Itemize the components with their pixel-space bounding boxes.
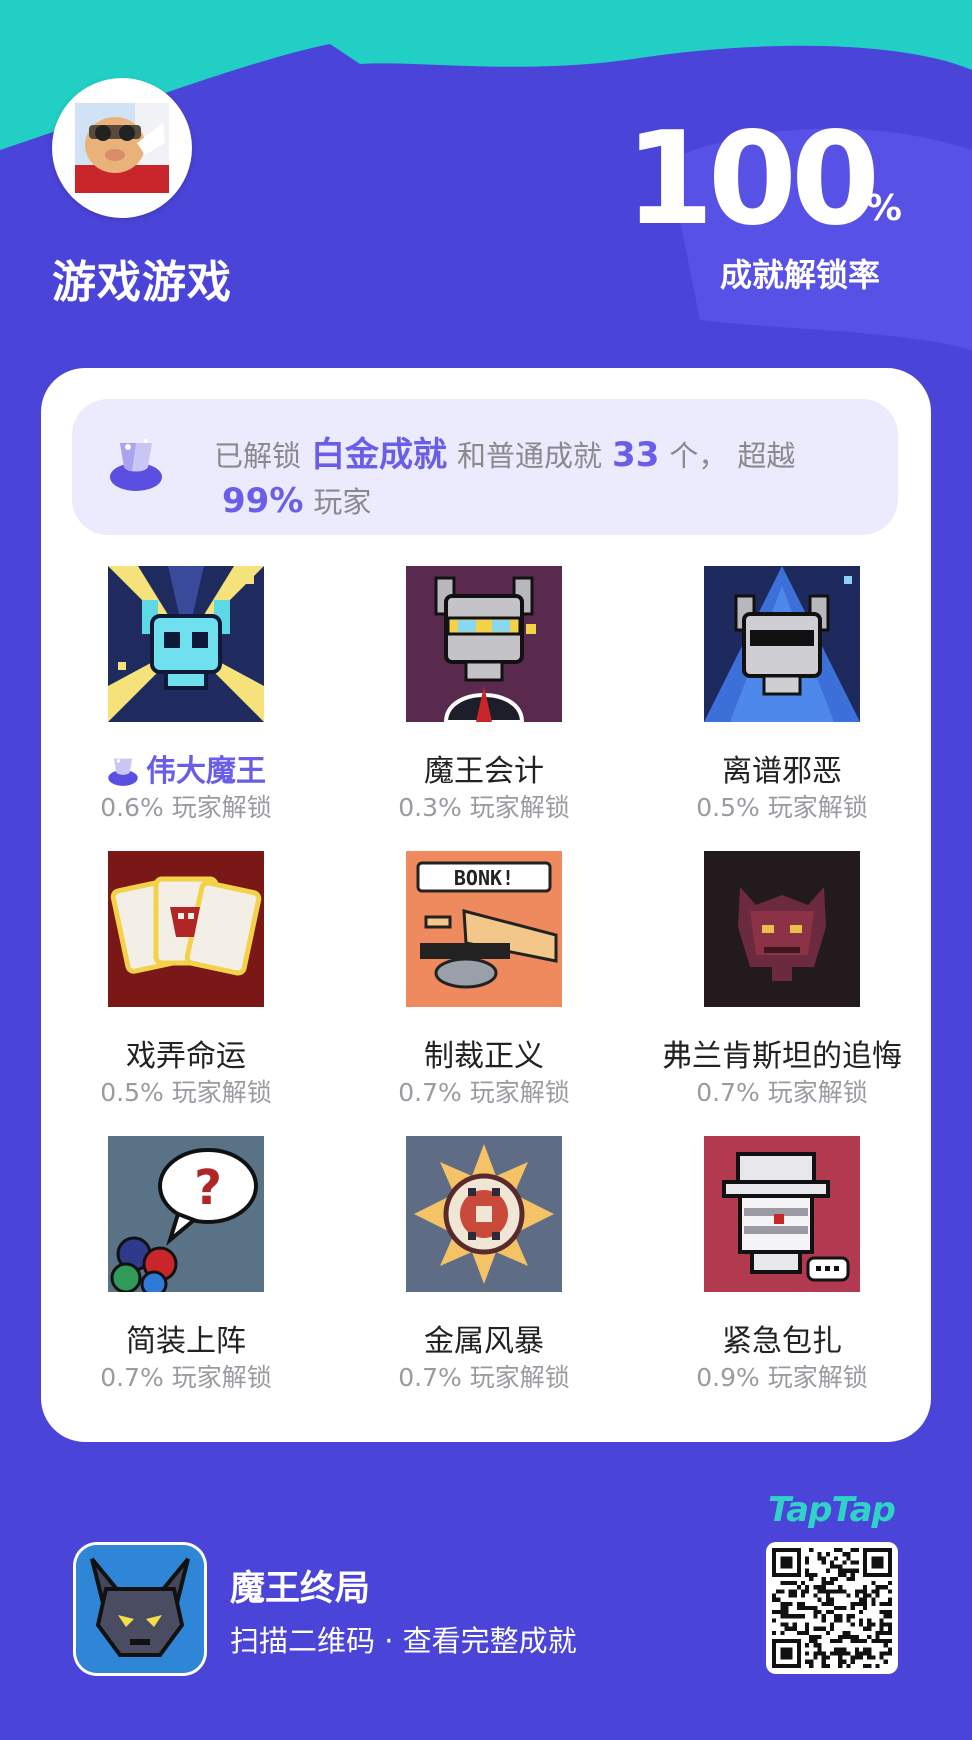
achievement-name: 魔王会计 [424, 754, 544, 789]
dark-demon-icon [704, 851, 860, 1007]
svg-text:?: ? [194, 1160, 222, 1216]
achievement-item[interactable]: 魔王会计 0.3% 玩家解锁 [339, 566, 637, 836]
game-icon[interactable] [73, 1542, 207, 1676]
summary-prefix: 已解锁 [214, 439, 302, 473]
achievement-name: 紧急包扎 [722, 1324, 842, 1359]
achievement-item[interactable]: 离谱邪恶 0.5% 玩家解锁 [637, 566, 935, 836]
achievement-name: 离谱邪恶 [722, 754, 842, 789]
summary-beyond: 超越 [737, 439, 796, 473]
achievement-item[interactable]: BONK! 制裁正义 0.7% 玩家解锁 [339, 851, 637, 1121]
achievement-name: 简装上阵 [126, 1324, 246, 1359]
metal-sun-icon [406, 1136, 562, 1292]
achievement-item[interactable]: 伟大魔王 0.6% 玩家解锁 [41, 566, 339, 836]
summary-players: 玩家 [313, 485, 372, 519]
unlock-rate-label: 成就解锁率 [719, 256, 880, 294]
avatar-image [75, 103, 169, 193]
achievement-rate: 0.7% 玩家解锁 [696, 1078, 868, 1107]
achievement-item[interactable]: 戏弄命运 0.5% 玩家解锁 [41, 851, 339, 1121]
achievement-rate: 0.7% 玩家解锁 [398, 1078, 570, 1107]
cards-icon [108, 851, 264, 1007]
svg-text:BONK!: BONK! [454, 866, 514, 890]
unlock-rate-block: 100 % 成就解锁率 [612, 116, 912, 296]
achievement-name: 制裁正义 [424, 1039, 544, 1074]
share-card-page: 游戏游戏 100 % 成就解锁率 已解锁 白金成就 和普通成就 33 个， 超越 99% 玩… [0, 0, 972, 1740]
platinum-trophy-icon [108, 758, 138, 786]
achievement-rate: 0.3% 玩家解锁 [398, 793, 570, 822]
summary-line-1: 已解锁 白金成就 和普通成就 33 个， 超越 [214, 427, 795, 476]
summary-platinum: 白金成就 [311, 435, 448, 475]
summary-middle: 和普通成就 [457, 439, 603, 473]
summary-count-suffix: 个， [669, 439, 728, 473]
achievement-name: 戏弄命运 [126, 1039, 246, 1074]
achievement-item[interactable]: 金属风暴 0.7% 玩家解锁 [339, 1136, 637, 1406]
user-avatar[interactable] [52, 78, 192, 218]
bonk-hammer-icon: BONK! [406, 851, 562, 1007]
bandaged-mummy-icon [704, 1136, 860, 1292]
achievement-item[interactable]: ? 简装上阵 0.7% 玩家解锁 [41, 1136, 339, 1406]
summary-count: 33 [612, 435, 660, 475]
achievement-name: 金属风暴 [424, 1324, 544, 1359]
achievement-rate: 0.6% 玩家解锁 [100, 793, 272, 822]
summary-percent: 99% [222, 481, 304, 521]
achievements-card: 已解锁 白金成就 和普通成就 33 个， 超越 99% 玩家 伟大魔王 0.6%… [41, 368, 931, 1442]
question-bubble-icon: ? [108, 1136, 264, 1292]
game-title: 魔王终局 [230, 1569, 371, 1609]
username: 游戏游戏 [52, 257, 232, 308]
summary-banner: 已解锁 白金成就 和普通成就 33 个， 超越 99% 玩家 [72, 399, 898, 535]
achievement-item[interactable]: 紧急包扎 0.9% 玩家解锁 [637, 1136, 935, 1406]
horned-skull-icon [108, 566, 264, 722]
achievement-rate: 0.5% 玩家解锁 [100, 1078, 272, 1107]
achievement-name: 伟大魔王 [41, 746, 331, 790]
unlock-rate-value: 100 [624, 105, 880, 254]
demon-king-game-icon [76, 1545, 204, 1673]
sunglasses-skull-icon [704, 566, 860, 722]
qr-code-image [772, 1548, 892, 1668]
achievement-rate: 0.9% 玩家解锁 [696, 1363, 868, 1392]
achievement-rate: 0.7% 玩家解锁 [398, 1363, 570, 1392]
taptap-logo: TapTap [768, 1490, 896, 1530]
accountant-skull-icon [406, 566, 562, 722]
summary-line-2: 99% 玩家 [222, 479, 371, 521]
platinum-trophy-icon [110, 439, 162, 491]
achievement-item[interactable]: 弗兰肯斯坦的追悔 0.7% 玩家解锁 [637, 851, 935, 1121]
unlock-rate-unit: % [865, 188, 902, 229]
achievement-rate: 0.5% 玩家解锁 [696, 793, 868, 822]
achievement-name: 弗兰肯斯坦的追悔 [662, 1039, 902, 1074]
game-subtitle: 扫描二维码 · 查看完整成就 [230, 1624, 577, 1658]
qr-code[interactable] [766, 1542, 898, 1674]
achievement-rate: 0.7% 玩家解锁 [100, 1363, 272, 1392]
